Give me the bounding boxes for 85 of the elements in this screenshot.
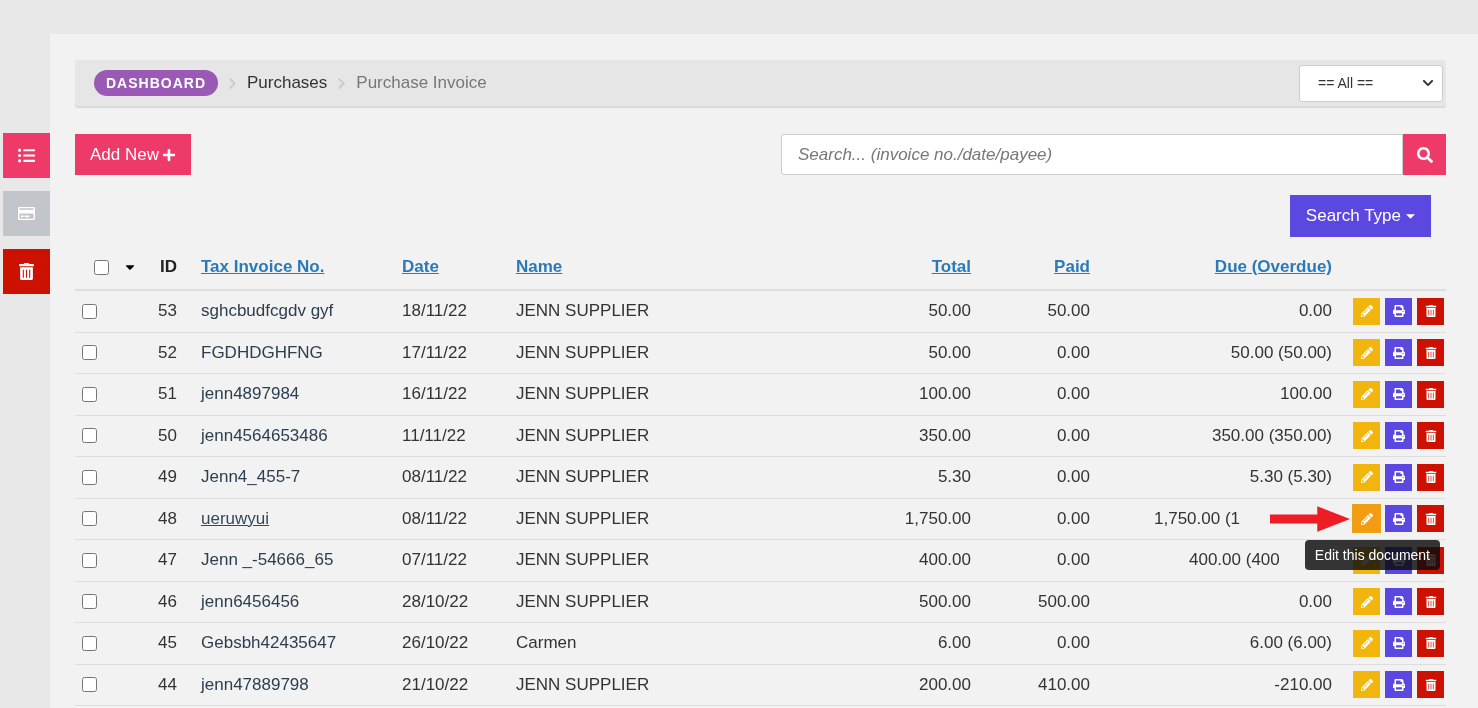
table-cell: 500.00 bbox=[919, 591, 971, 612]
table-cell-text: JENN SUPPLIER bbox=[515, 674, 650, 695]
table-cell: 5.30 (5.30) bbox=[1249, 467, 1332, 488]
table-cell: 0.00 bbox=[1056, 467, 1090, 488]
table-cell: 50.00 bbox=[928, 301, 971, 322]
table-cell: 400.00 bbox=[919, 550, 971, 571]
invoice-link[interactable]: jenn47889798 bbox=[177, 674, 378, 695]
table-cell: 100.00 bbox=[1280, 384, 1332, 405]
table-cell-text: JENN SUPPLIER bbox=[515, 342, 650, 363]
breadcrumb-item: Purchase Invoice bbox=[356, 73, 487, 93]
table-cell-text: JENN SUPPLIER bbox=[515, 425, 650, 446]
column-header: ID bbox=[160, 257, 177, 277]
table-cell: 50.00 (50.00) bbox=[1230, 342, 1332, 363]
table-cell-text: JENN SUPPLIER bbox=[515, 301, 650, 322]
filter-select[interactable]: == All == bbox=[1299, 64, 1443, 102]
table-cell: 50.00 bbox=[928, 342, 971, 363]
column-header-link[interactable]: Paid bbox=[1054, 257, 1090, 277]
invoice-link[interactable]: jenn6456456 bbox=[177, 591, 378, 612]
invoice-link[interactable]: sghcbudfcgdv gyf bbox=[177, 301, 378, 322]
breadcrumb-item[interactable]: Purchases bbox=[247, 73, 328, 93]
search-field[interactable]: Search... (invoice no./date/payee) bbox=[781, 134, 1403, 175]
table-cell-text: 21/10/22 bbox=[401, 674, 469, 695]
invoice-link[interactable]: Gebsbh42435647 bbox=[177, 633, 378, 654]
table-cell-text: 08/11/22 bbox=[401, 467, 467, 488]
column-header-link[interactable]: Date bbox=[378, 257, 439, 277]
table-cell: 0.00 bbox=[1056, 425, 1090, 446]
table-cell: 50 bbox=[158, 425, 177, 446]
table-cell-text: 400.00 (400 bbox=[1188, 550, 1280, 571]
table-cell: 0.00 bbox=[1056, 342, 1090, 363]
invoice-link[interactable]: jenn4897984 bbox=[177, 384, 378, 405]
table-cell: 51 bbox=[158, 384, 177, 405]
invoice-link[interactable]: Jenn _-54666_65 bbox=[177, 550, 378, 571]
table-cell: 0.00 bbox=[1056, 633, 1090, 654]
table-cell-text: 16/11/22 bbox=[401, 384, 467, 405]
table-cell: 1,750.00 bbox=[904, 508, 971, 529]
table-cell: 50.00 bbox=[1047, 301, 1090, 322]
table-cell-text: 18/11/22 bbox=[401, 301, 467, 322]
table-cell-text: JENN SUPPLIER bbox=[515, 384, 650, 405]
table-cell: 0.00 bbox=[1056, 384, 1090, 405]
table-cell: 44 bbox=[158, 674, 177, 695]
invoice-link[interactable]: Jenn4_455-7 bbox=[177, 467, 378, 488]
table-cell-text: JENN SUPPLIER bbox=[515, 467, 650, 488]
table-cell-text: 17/11/22 bbox=[401, 342, 467, 363]
table-cell-text: JENN SUPPLIER bbox=[515, 508, 650, 529]
table-cell: 52 bbox=[158, 342, 177, 363]
table-cell: 49 bbox=[158, 467, 177, 488]
table-cell-text: 1,750.00 (1 bbox=[1153, 508, 1240, 529]
table-cell-text: 26/10/22 bbox=[401, 633, 469, 654]
table-cell: 500.00 bbox=[1038, 591, 1090, 612]
table-cell: 410.00 bbox=[1038, 674, 1090, 695]
invoice-link[interactable]: ueruwyui bbox=[177, 508, 378, 529]
table-cell: 47 bbox=[158, 550, 177, 571]
table-cell: 0.00 bbox=[1056, 550, 1090, 571]
table-cell-text: 07/11/22 bbox=[401, 550, 467, 571]
table-cell-text: JENN SUPPLIER bbox=[515, 591, 650, 612]
table-cell: 6.00 (6.00) bbox=[1249, 633, 1332, 654]
invoice-link[interactable]: jenn4564653486 bbox=[177, 425, 378, 446]
column-header-link[interactable]: Tax Invoice No. bbox=[177, 257, 325, 277]
search-type-button[interactable]: Search Type bbox=[1289, 195, 1431, 237]
table-cell-text: 11/11/22 bbox=[401, 425, 466, 446]
table-cell: 53 bbox=[158, 301, 177, 322]
table-cell-text: 08/11/22 bbox=[401, 508, 467, 529]
table-cell-text: JENN SUPPLIER bbox=[515, 550, 650, 571]
table-cell: 0.00 bbox=[1298, 301, 1332, 322]
invoice-link[interactable]: FGDHDGHFNG bbox=[177, 342, 378, 363]
table-cell: 200.00 bbox=[919, 674, 971, 695]
table-cell: 46 bbox=[158, 591, 177, 612]
table-cell-text: 28/10/22 bbox=[401, 591, 469, 612]
column-header-link[interactable]: Due (Overdue) bbox=[1214, 257, 1332, 277]
table-cell: -210.00 bbox=[1274, 674, 1332, 695]
table-cell-text: Carmen bbox=[515, 633, 577, 654]
tooltip: Edit this document bbox=[1304, 540, 1440, 571]
table-cell: 0.00 bbox=[1056, 508, 1090, 529]
table-cell: 5.30 bbox=[937, 467, 971, 488]
table-cell: 350.00 (350.00) bbox=[1211, 425, 1332, 446]
table-cell: 350.00 bbox=[919, 425, 971, 446]
table-cell: 48 bbox=[158, 508, 177, 529]
table-cell: 0.00 bbox=[1298, 591, 1332, 612]
add-new-button[interactable]: Add New bbox=[75, 134, 191, 175]
column-header-link[interactable]: Total bbox=[931, 257, 971, 277]
table-cell: 6.00 bbox=[937, 633, 971, 654]
dashboard-link[interactable]: DASHBOARD bbox=[94, 70, 218, 96]
table-cell: 100.00 bbox=[919, 384, 971, 405]
column-header-link[interactable]: Name bbox=[492, 257, 563, 277]
table-cell: 45 bbox=[158, 633, 177, 654]
